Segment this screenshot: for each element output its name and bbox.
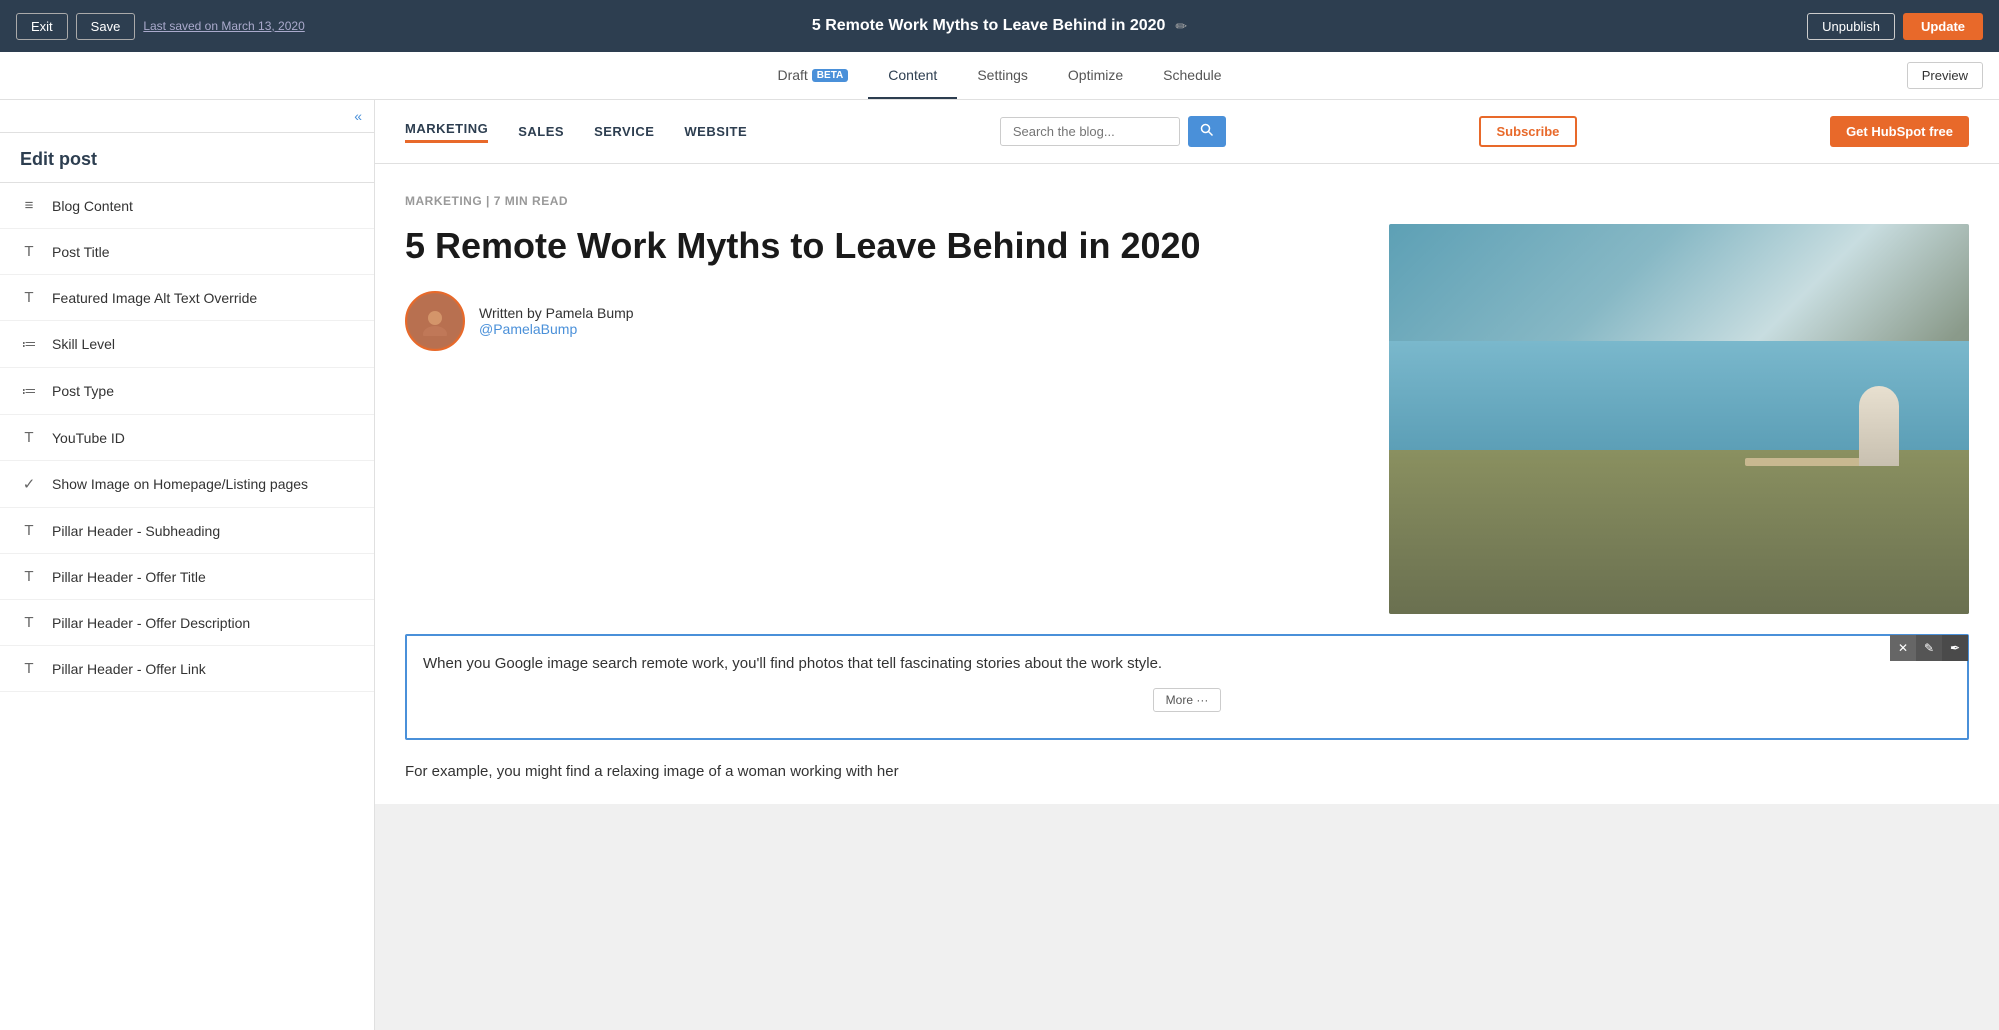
featured-image xyxy=(1389,224,1969,614)
top-bar-left: Exit Save Last saved on March 13, 2020 xyxy=(16,13,305,40)
tab-schedule[interactable]: Schedule xyxy=(1143,53,1241,99)
post-grid: 5 Remote Work Myths to Leave Behind in 2… xyxy=(405,224,1969,614)
sidebar-item-pillar-offer-desc[interactable]: T Pillar Header - Offer Description xyxy=(0,600,374,646)
text-box-close-button[interactable]: ✕ xyxy=(1890,635,1916,661)
author-name: Written by Pamela Bump xyxy=(479,305,634,321)
sidebar-item-youtube-id[interactable]: T YouTube ID xyxy=(0,415,374,461)
tab-optimize[interactable]: Optimize xyxy=(1048,53,1143,99)
show-image-icon: ✓ xyxy=(20,475,38,493)
sidebar-item-show-image[interactable]: ✓ Show Image on Homepage/Listing pages xyxy=(0,461,374,508)
post-meta: MARKETING | 7 MIN READ xyxy=(405,194,1969,208)
subscribe-button[interactable]: Subscribe xyxy=(1479,116,1578,147)
edit-pencil-icon[interactable]: ✏ xyxy=(1175,18,1187,35)
page-title: 5 Remote Work Myths to Leave Behind in 2… xyxy=(812,17,1166,35)
avatar-placeholder-icon xyxy=(420,306,450,336)
blog-nav-website[interactable]: WEBSITE xyxy=(684,124,747,139)
get-hubspot-button[interactable]: Get HubSpot free xyxy=(1830,116,1969,147)
blog-nav-service[interactable]: SERVICE xyxy=(594,124,654,139)
sidebar-item-pillar-offer-link[interactable]: T Pillar Header - Offer Link xyxy=(0,646,374,692)
post-area: MARKETING | 7 MIN READ 5 Remote Work Myt… xyxy=(375,164,1999,614)
pillar-subheading-icon: T xyxy=(20,522,38,539)
author-info: Written by Pamela Bump @PamelaBump xyxy=(479,305,634,337)
text-box-editable[interactable]: ✕ ✎ ✒ When you Google image search remot… xyxy=(405,634,1969,740)
top-bar-center: 5 Remote Work Myths to Leave Behind in 2… xyxy=(812,17,1187,35)
search-icon xyxy=(1200,123,1214,137)
blog-search-container xyxy=(1000,116,1226,147)
sidebar: « Edit post ≡ Blog Content T Post Title … xyxy=(0,100,375,1030)
nav-tabs-bar: DraftBETA Content Settings Optimize Sche… xyxy=(0,52,1999,100)
post-left-col: 5 Remote Work Myths to Leave Behind in 2… xyxy=(405,224,1359,351)
sidebar-item-pillar-subheading[interactable]: T Pillar Header - Subheading xyxy=(0,508,374,554)
sidebar-collapse-area: « xyxy=(0,100,374,133)
author-block: Written by Pamela Bump @PamelaBump xyxy=(405,291,1359,351)
post-type-icon: ≔ xyxy=(20,382,38,400)
sidebar-item-featured-image-alt[interactable]: T Featured Image Alt Text Override xyxy=(0,275,374,321)
sidebar-item-blog-content[interactable]: ≡ Blog Content xyxy=(0,183,374,229)
text-box-edit-button[interactable]: ✎ xyxy=(1916,635,1942,661)
sidebar-items: ≡ Blog Content T Post Title T Featured I… xyxy=(0,183,374,1030)
blog-nav-marketing[interactable]: MARKETING xyxy=(405,121,488,143)
preview-button[interactable]: Preview xyxy=(1907,62,1983,89)
author-avatar xyxy=(405,291,465,351)
sidebar-title: Edit post xyxy=(0,133,374,183)
sidebar-item-pillar-offer-title[interactable]: T Pillar Header - Offer Title xyxy=(0,554,374,600)
scene-rocks xyxy=(1389,450,1969,614)
text-box-container: ✕ ✎ ✒ When you Google image search remot… xyxy=(375,614,1999,804)
main-layout: « Edit post ≡ Blog Content T Post Title … xyxy=(0,100,1999,1030)
pillar-offer-link-icon: T xyxy=(20,660,38,677)
author-handle[interactable]: @PamelaBump xyxy=(479,321,634,337)
text-box-toolbar: ✕ ✎ ✒ xyxy=(1890,635,1968,661)
sidebar-item-post-type[interactable]: ≔ Post Type xyxy=(0,368,374,415)
pillar-offer-desc-icon: T xyxy=(20,614,38,631)
text-box-settings-button[interactable]: ✒ xyxy=(1942,635,1968,661)
featured-image-container xyxy=(1389,224,1969,614)
post-title-icon: T xyxy=(20,243,38,260)
tab-draft[interactable]: DraftBETA xyxy=(757,53,868,99)
save-button[interactable]: Save xyxy=(76,13,136,40)
tab-settings[interactable]: Settings xyxy=(957,53,1048,99)
content-area: MARKETING SALES SERVICE WEBSITE Subscrib… xyxy=(375,100,1999,1030)
exit-button[interactable]: Exit xyxy=(16,13,68,40)
top-bar-right: Unpublish Update xyxy=(1807,13,1983,40)
blog-search-input[interactable] xyxy=(1000,117,1180,146)
post-title-heading: 5 Remote Work Myths to Leave Behind in 2… xyxy=(405,224,1359,267)
blog-nav: MARKETING SALES SERVICE WEBSITE xyxy=(405,121,747,143)
scene-person xyxy=(1859,386,1899,466)
youtube-id-icon: T xyxy=(20,429,38,446)
top-bar: Exit Save Last saved on March 13, 2020 5… xyxy=(0,0,1999,52)
tab-content[interactable]: Content xyxy=(868,53,957,99)
more-button[interactable]: More ··· xyxy=(1153,688,1222,712)
pillar-offer-title-icon: T xyxy=(20,568,38,585)
collapse-icon[interactable]: « xyxy=(354,108,362,124)
blog-header: MARKETING SALES SERVICE WEBSITE Subscrib… xyxy=(375,100,1999,164)
text-box-paragraph: For example, you might find a relaxing i… xyxy=(405,760,1969,784)
text-box-content: When you Google image search remote work… xyxy=(423,652,1951,676)
update-button[interactable]: Update xyxy=(1903,13,1983,40)
nav-tabs: DraftBETA Content Settings Optimize Sche… xyxy=(757,53,1241,99)
last-saved-text: Last saved on March 13, 2020 xyxy=(143,19,304,33)
blog-content-icon: ≡ xyxy=(20,197,38,214)
author-avatar-inner xyxy=(408,294,462,348)
scene-desk xyxy=(1745,458,1865,466)
unpublish-button[interactable]: Unpublish xyxy=(1807,13,1895,40)
sidebar-item-post-title[interactable]: T Post Title xyxy=(0,229,374,275)
blog-nav-sales[interactable]: SALES xyxy=(518,124,564,139)
search-button[interactable] xyxy=(1188,116,1226,147)
featured-image-alt-icon: T xyxy=(20,289,38,306)
skill-level-icon: ≔ xyxy=(20,335,38,353)
sidebar-item-skill-level[interactable]: ≔ Skill Level xyxy=(0,321,374,368)
